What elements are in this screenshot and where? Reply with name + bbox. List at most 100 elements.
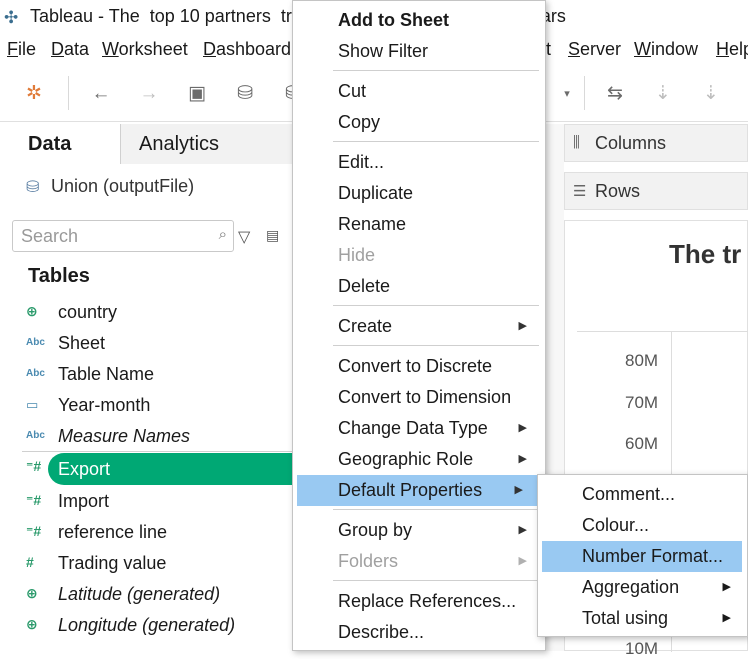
field-country[interactable]: ⊕ country <box>0 298 300 328</box>
y-tick: 60M <box>625 434 659 453</box>
menu-hide: Hide <box>338 245 376 265</box>
menu-create[interactable]: Create ▶ <box>293 311 545 342</box>
submenu-arrow-icon: ▶ <box>518 555 527 567</box>
dropdown-icon[interactable]: ▾ <box>554 81 580 107</box>
menu-change-data-type[interactable]: Change Data Type ▶ <box>293 413 545 444</box>
pane-tabs: Data Analytics <box>0 124 300 164</box>
menu-add-to-sheet[interactable]: Add to Sheet <box>293 5 545 36</box>
search-input[interactable] <box>21 222 201 250</box>
menu-duplicate[interactable]: Duplicate <box>293 178 545 209</box>
field-measure-names[interactable]: Abc Measure Names <box>0 422 300 452</box>
field-year-month[interactable]: ▭ Year-month <box>0 391 300 421</box>
field-name: country <box>58 302 118 322</box>
tableau-app-icon: ✣ <box>4 8 19 27</box>
submenu-total-using[interactable]: Total using ▶ <box>538 603 747 634</box>
submenu-aggregation-label: Aggregation <box>582 577 680 597</box>
dimension-measure-divider <box>22 451 300 452</box>
globe-icon: ⊕ <box>26 616 38 632</box>
menu-replace-references[interactable]: Replace References... <box>293 586 545 617</box>
field-reference-line[interactable]: ⁼# reference line <box>0 518 300 548</box>
columns-icon: ⫼ <box>573 134 580 151</box>
menu-convert-discrete[interactable]: Convert to Discrete <box>293 351 545 382</box>
back-icon[interactable]: ← <box>88 81 114 107</box>
menu-rename[interactable]: Rename <box>293 209 545 240</box>
menu-group-by-label: Group by <box>338 520 413 540</box>
menu-partial: t <box>546 39 552 59</box>
menu-copy[interactable]: Copy <box>293 107 545 138</box>
menu-delete[interactable]: Delete <box>293 271 545 302</box>
measure-type-icon: ⁼# <box>26 523 42 539</box>
menu-edit[interactable]: Edit... <box>293 147 545 178</box>
menu-data[interactable]: Data <box>51 39 89 60</box>
datasource-item[interactable]: ⛁ Union (outputFile) <box>26 176 194 197</box>
submenu-aggregation[interactable]: Aggregation ▶ <box>538 572 747 603</box>
menu-separator <box>333 141 539 142</box>
menu-server[interactable]: Server <box>568 39 621 60</box>
field-sheet[interactable]: Abc Sheet <box>0 329 300 359</box>
rows-shelf[interactable]: ☰ Rows <box>564 172 748 210</box>
tables-heading: Tables <box>28 265 90 287</box>
columns-label: Columns <box>595 133 667 153</box>
save-icon[interactable]: ▣ <box>184 81 210 107</box>
menu-separator <box>333 345 539 346</box>
default-properties-submenu: Comment... Colour... Number Format... Ag… <box>537 474 748 637</box>
filter-icon[interactable]: ▽ <box>238 227 250 247</box>
view-options-icon[interactable]: ▤ <box>266 227 279 244</box>
swap-icon[interactable]: ⇆ <box>602 81 628 107</box>
submenu-total-using-label: Total using <box>582 608 669 628</box>
menu-show-filter[interactable]: Show Filter <box>293 36 545 67</box>
menu-cut[interactable]: Cut <box>293 76 545 107</box>
search-box[interactable]: ⌕ <box>12 220 234 252</box>
menu-separator <box>333 509 539 510</box>
menu-worksheet[interactable]: Worksheet <box>102 39 188 60</box>
menu-default-properties-label: Default Properties <box>338 480 483 500</box>
menu-describe[interactable]: Describe... <box>293 617 545 648</box>
measure-type-icon: ⁼# <box>26 492 42 508</box>
menu-separator <box>333 70 539 71</box>
data-pane: Data Analytics ⛁ Union (outputFile) ⌕ ▽ … <box>0 124 308 651</box>
tableau-logo-icon[interactable]: ✲ <box>21 81 47 107</box>
menu-default-properties[interactable]: Default Properties ▶ <box>297 475 541 506</box>
new-datasource-icon[interactable]: ⛁ <box>232 81 258 107</box>
sort-ascending-icon[interactable]: ⇣ <box>650 81 676 107</box>
menu-dashboard[interactable]: Dashboard <box>203 39 291 60</box>
field-export[interactable]: ⁼# Export <box>0 453 308 485</box>
field-name: Import <box>58 491 110 511</box>
field-import[interactable]: ⁼# Import <box>0 487 300 517</box>
field-name: Measure Names <box>58 426 191 446</box>
field-name: reference line <box>58 522 168 542</box>
submenu-number-format[interactable]: Number Format... <box>542 541 742 572</box>
columns-shelf[interactable]: ⫼ Columns <box>564 124 748 162</box>
forward-icon[interactable]: → <box>136 81 162 107</box>
submenu-arrow-icon: ▶ <box>518 320 527 332</box>
tab-analytics[interactable]: Analytics <box>120 124 300 164</box>
field-latitude[interactable]: ⊕ Latitude (generated) <box>0 580 300 610</box>
rows-icon: ☰ <box>573 183 587 200</box>
sort-descending-icon[interactable]: ⇣ <box>698 81 724 107</box>
field-table-name[interactable]: Abc Table Name <box>0 360 300 390</box>
string-type-icon: Abc <box>26 430 45 441</box>
menu-folders-label: Folders <box>338 551 399 571</box>
menu-geographic-role[interactable]: Geographic Role ▶ <box>293 444 545 475</box>
field-name: Year-month <box>58 395 151 415</box>
y-tick: 80M <box>625 351 659 370</box>
field-name: Latitude (generated) <box>58 584 221 604</box>
menu-window[interactable]: Window <box>634 39 698 60</box>
submenu-arrow-icon: ▶ <box>518 422 527 434</box>
field-context-menu: Add to Sheet Show Filter Cut Copy Edit..… <box>292 0 546 651</box>
menu-convert-dimension[interactable]: Convert to Dimension <box>293 382 545 413</box>
measure-type-icon: ⁼# <box>26 458 42 474</box>
submenu-comment[interactable]: Comment... <box>538 479 747 510</box>
field-longitude[interactable]: ⊕ Longitude (generated) <box>0 611 300 641</box>
field-trading-value[interactable]: # Trading value <box>0 549 300 579</box>
menu-create-label: Create <box>338 316 393 336</box>
measure-type-icon: # <box>26 554 34 570</box>
menu-group-by[interactable]: Group by ▶ <box>293 515 545 546</box>
submenu-arrow-icon: ▶ <box>518 453 527 465</box>
submenu-colour[interactable]: Colour... <box>538 510 747 541</box>
submenu-arrow-icon: ▶ <box>722 612 731 624</box>
tab-data[interactable]: Data <box>0 124 120 164</box>
menu-help[interactable]: Help <box>716 39 748 60</box>
menu-file[interactable]: File <box>7 39 36 60</box>
rows-label: Rows <box>595 181 641 201</box>
